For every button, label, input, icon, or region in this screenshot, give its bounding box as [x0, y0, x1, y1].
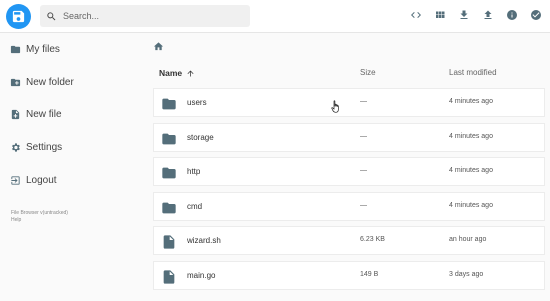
folder-icon: [9, 43, 21, 55]
settings-icon: [9, 141, 21, 153]
arrow-up-icon: [187, 70, 194, 76]
file-name: cmd: [187, 202, 203, 211]
file-name: storage: [187, 133, 214, 142]
file-size: —: [360, 167, 367, 174]
app-logo[interactable]: [6, 4, 31, 29]
size-column-header[interactable]: Size: [360, 68, 376, 77]
file-modified: 4 minutes ago: [449, 202, 493, 209]
folder-icon: [161, 165, 177, 181]
sidebar-item-settings[interactable]: Settings: [0, 135, 150, 159]
file-name: http: [187, 167, 201, 176]
home-icon: [153, 42, 164, 51]
file-name: users: [187, 98, 207, 107]
sidebar-item-label: New file: [26, 108, 62, 120]
name-header-label: Name: [159, 68, 183, 78]
code-toggle-icon[interactable]: [409, 8, 422, 21]
sidebar-item-label: My files: [26, 43, 60, 55]
sidebar-item-label: Logout: [26, 174, 57, 186]
file-size: 6.23 KB: [360, 236, 385, 243]
sidebar: My files New folder New file Settings Lo…: [0, 33, 150, 301]
version-text: File Browser v(untracked): [11, 210, 68, 216]
file-modified: 4 minutes ago: [449, 167, 493, 174]
table-row[interactable]: users — 4 minutes ago: [153, 88, 545, 117]
file-name: main.go: [187, 271, 216, 280]
folder-icon: [161, 96, 177, 112]
help-link[interactable]: Help: [11, 217, 21, 223]
table-row[interactable]: cmd — 4 minutes ago: [153, 192, 545, 221]
new-folder-icon: [9, 76, 21, 88]
search-input[interactable]: [63, 11, 233, 21]
file-size: —: [360, 98, 367, 105]
file-modified: 3 days ago: [449, 271, 484, 278]
sidebar-item-my-files[interactable]: My files: [0, 37, 150, 61]
folder-icon: [161, 200, 177, 216]
hand-cursor-icon: [331, 100, 340, 113]
file-listing: Name Size Last modified users — 4 minute…: [150, 33, 550, 301]
file-modified: an hour ago: [449, 236, 487, 243]
info-icon[interactable]: [505, 8, 518, 21]
file-modified: 4 minutes ago: [449, 98, 493, 105]
file-name: wizard.sh: [187, 236, 221, 245]
table-row[interactable]: wizard.sh 6.23 KB an hour ago: [153, 226, 545, 255]
new-file-icon: [9, 108, 21, 120]
sidebar-item-logout[interactable]: Logout: [0, 168, 150, 192]
file-size: —: [360, 202, 367, 209]
upload-icon[interactable]: [481, 8, 494, 21]
modified-column-header[interactable]: Last modified: [449, 68, 497, 77]
file-size: —: [360, 133, 367, 140]
table-row[interactable]: main.go 149 B 3 days ago: [153, 261, 545, 290]
file-size: 149 B: [360, 271, 379, 278]
table-row[interactable]: storage — 4 minutes ago: [153, 123, 545, 152]
select-check-icon[interactable]: [529, 8, 542, 21]
file-icon: [161, 269, 177, 285]
sidebar-item-new-folder[interactable]: New folder: [0, 70, 150, 94]
sidebar-item-label: New folder: [26, 76, 74, 88]
folder-icon: [161, 131, 177, 147]
file-modified: 4 minutes ago: [449, 133, 493, 140]
download-icon[interactable]: [457, 8, 470, 21]
sidebar-item-label: Settings: [26, 141, 63, 153]
top-bar: [0, 0, 550, 33]
grid-view-icon[interactable]: [433, 8, 446, 21]
floppy-disk-icon: [12, 10, 25, 23]
file-icon: [161, 234, 177, 250]
home-breadcrumb[interactable]: [153, 39, 164, 51]
search-icon: [47, 11, 56, 20]
sidebar-item-new-file[interactable]: New file: [0, 102, 150, 126]
logout-icon: [9, 174, 21, 186]
name-column-header[interactable]: Name: [159, 68, 195, 78]
table-row[interactable]: http — 4 minutes ago: [153, 157, 545, 186]
search-box[interactable]: [40, 5, 250, 27]
